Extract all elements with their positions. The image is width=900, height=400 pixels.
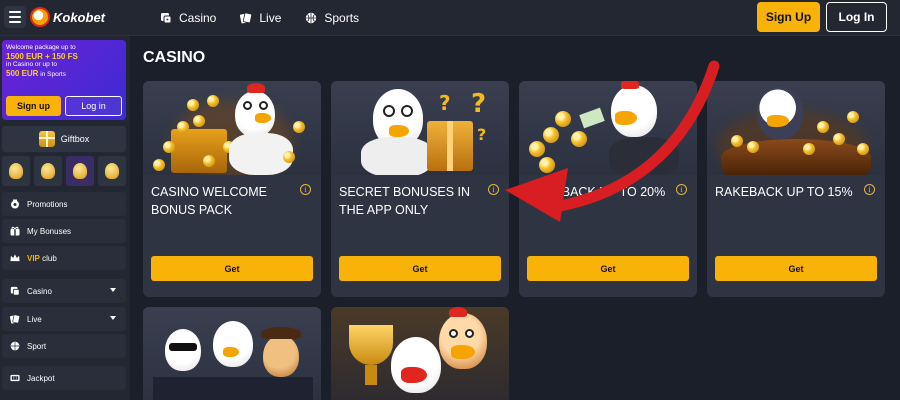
tile-egg[interactable] <box>98 156 126 186</box>
giftbox-button[interactable]: Giftbox <box>2 126 126 152</box>
logo-text: Kokobet <box>53 9 105 25</box>
welcome-promo-banner[interactable]: Welcome package up to 1500 EUR + 150 FS … <box>2 40 126 120</box>
nav-live-label: Live <box>259 11 282 25</box>
tile-basket[interactable] <box>2 156 30 186</box>
bonus-card-secret[interactable]: ? ? ? SECRET BONUSES IN THE APP ONLY i G… <box>331 81 509 297</box>
sidebar-item-live[interactable]: Live <box>2 307 126 331</box>
chevron-down-icon[interactable] <box>110 288 116 292</box>
cards-icon <box>240 12 253 24</box>
trophy-icon <box>41 163 55 179</box>
ball-icon <box>305 12 317 24</box>
card-illustration <box>519 81 697 175</box>
card-title: CASHBACK UP TO 20% <box>527 185 666 199</box>
crown-icon <box>10 253 20 263</box>
promotions-icon <box>10 199 20 209</box>
vip-suffix: club <box>39 253 57 263</box>
card-title: CASINO WELCOME BONUS PACK <box>151 185 267 217</box>
sidebar-item-label: Promotions <box>27 199 68 209</box>
info-icon[interactable]: i <box>300 184 311 195</box>
get-button[interactable]: Get <box>151 256 313 281</box>
tile-chest[interactable] <box>66 156 94 186</box>
chicken-logo-icon <box>30 7 50 27</box>
promo-signup-button[interactable]: Sign up <box>6 96 61 116</box>
top-bar: Kokobet Casino Live Sports Sign Up Log I… <box>0 0 900 36</box>
sidebar: Welcome package up to 1500 EUR + 150 FS … <box>0 36 130 400</box>
card-illustration <box>143 307 321 400</box>
sidebar-item-promotions[interactable]: Promotions <box>2 192 126 216</box>
bonus-card-rakeback[interactable]: RAKEBACK UP TO 15% i Get <box>707 81 885 297</box>
golden-egg-icon <box>105 163 119 179</box>
nav-casino[interactable]: Casino <box>160 11 216 25</box>
sidebar-item-casino[interactable]: Casino <box>2 279 126 303</box>
bonus-card-row2-1[interactable] <box>143 307 321 400</box>
get-button[interactable]: Get <box>715 256 877 281</box>
card-illustration <box>331 307 509 400</box>
dice-icon <box>160 12 172 24</box>
bonus-card-row2-2[interactable] <box>331 307 509 400</box>
card-title: SECRET BONUSES IN THE APP ONLY <box>339 185 471 217</box>
card-illustration <box>707 81 885 175</box>
chest-icon <box>73 163 87 179</box>
sidebar-item-label: Casino <box>27 286 52 296</box>
bonus-card-cashback[interactable]: CASHBACK UP TO 20% i Get <box>519 81 697 297</box>
bonus-card-welcome[interactable]: CASINO WELCOME BONUS PACK i Get <box>143 81 321 297</box>
card-illustration: ? ? ? <box>331 81 509 175</box>
get-button[interactable]: Get <box>339 256 501 281</box>
sidebar-item-label: VIP club <box>27 254 57 263</box>
sidebar-item-vip-club[interactable]: VIP club <box>2 246 126 270</box>
nav-sports[interactable]: Sports <box>305 11 359 25</box>
promo-login-button[interactable]: Log in <box>65 96 122 116</box>
nav-sports-label: Sports <box>324 11 360 25</box>
info-icon[interactable]: i <box>676 184 687 195</box>
chevron-down-icon[interactable] <box>110 316 116 320</box>
info-icon[interactable]: i <box>864 184 875 195</box>
card-title: RAKEBACK UP TO 15% <box>715 185 853 199</box>
sidebar-item-jackpot[interactable]: Jackpot <box>2 366 126 390</box>
sidebar-item-my-bonuses[interactable]: My Bonuses <box>2 219 126 243</box>
giftbox-icon <box>38 131 55 147</box>
info-icon[interactable]: i <box>488 184 499 195</box>
promo-amount2: 500 EUR <box>6 69 39 78</box>
quick-tiles <box>2 156 126 186</box>
nav-live[interactable]: Live <box>240 11 281 25</box>
giftbox-label: Giftbox <box>60 134 90 144</box>
login-button[interactable]: Log In <box>826 2 887 32</box>
jackpot-icon <box>10 373 20 383</box>
top-nav: Casino Live Sports <box>160 0 359 36</box>
egg-basket-icon <box>9 163 23 179</box>
promo-line3: in Sports <box>40 71 66 78</box>
tile-trophy[interactable] <box>34 156 62 186</box>
promo-amount1: 1500 EUR + 150 FS <box>6 52 78 61</box>
promo-line2: in Casino or up to <box>6 61 57 68</box>
sidebar-item-sport[interactable]: Sport <box>2 334 126 358</box>
signup-button[interactable]: Sign Up <box>757 2 820 32</box>
page-title: CASINO <box>143 49 206 66</box>
vip-highlight: VIP <box>27 253 40 263</box>
cards-icon <box>10 314 20 324</box>
dice-icon <box>10 286 20 296</box>
gift-icon <box>10 226 20 236</box>
sidebar-item-label: Jackpot <box>27 373 55 383</box>
sidebar-item-label: Live <box>27 314 42 324</box>
menu-icon[interactable] <box>4 6 26 28</box>
ball-icon <box>10 341 20 351</box>
card-illustration <box>143 81 321 175</box>
promo-line1: Welcome package up to <box>6 44 76 51</box>
logo[interactable]: Kokobet <box>30 5 105 29</box>
get-button[interactable]: Get <box>527 256 689 281</box>
sidebar-item-label: My Bonuses <box>27 226 72 236</box>
nav-casino-label: Casino <box>179 11 217 25</box>
sidebar-item-label: Sport <box>27 341 47 351</box>
